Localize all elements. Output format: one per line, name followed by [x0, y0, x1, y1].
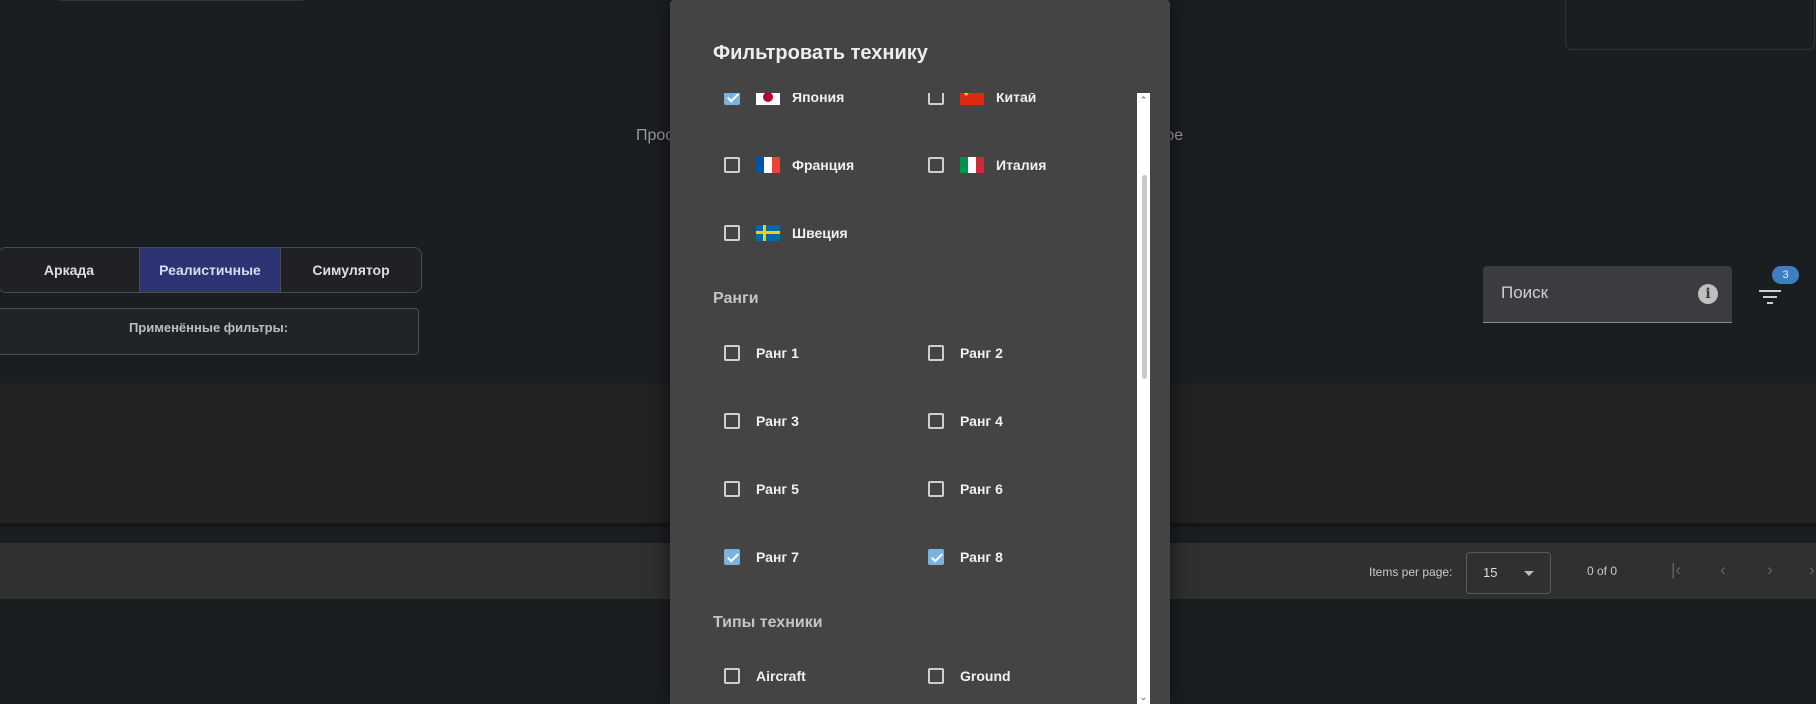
checkbox-label: Япония — [792, 93, 845, 105]
rank-option-1[interactable]: Ранг 1 — [724, 338, 799, 368]
checkbox[interactable] — [724, 413, 740, 429]
first-page-icon[interactable]: |‹ — [1662, 558, 1690, 582]
rank-option-5[interactable]: Ранг 5 — [724, 474, 799, 504]
checkbox-label: Ground — [960, 668, 1011, 684]
checkbox[interactable] — [928, 668, 944, 684]
items-per-page-label: Items per page: — [1369, 565, 1453, 579]
country-option-china[interactable]: ★ Китай — [928, 93, 1036, 112]
items-per-page-select[interactable]: 15 — [1466, 552, 1551, 594]
checkbox[interactable] — [724, 668, 740, 684]
last-page-icon[interactable]: ›| — [1800, 558, 1816, 582]
rank-option-8[interactable]: Ранг 8 — [928, 542, 1003, 572]
checkbox-label: Швеция — [792, 225, 848, 241]
info-icon[interactable]: i — [1698, 284, 1718, 304]
applied-filters-label: Применённые фильтры: — [128, 320, 289, 335]
checkbox[interactable] — [928, 93, 944, 105]
filter-dialog: Фильтровать технику Япония ★ Китай Франц… — [670, 0, 1170, 704]
next-page-icon[interactable]: › — [1756, 558, 1784, 582]
checkbox[interactable] — [724, 93, 740, 105]
dialog-content: Япония ★ Китай Франция Италия Швеция Ран… — [670, 93, 1145, 704]
mode-arcade-button[interactable]: Аркада — [0, 248, 140, 292]
scrollbar-thumb[interactable] — [1142, 175, 1147, 379]
page-range-label: 0 of 0 — [1587, 564, 1618, 578]
search-field[interactable]: i — [1483, 266, 1732, 323]
stat-card: 625 — [1565, 0, 1815, 50]
checkbox[interactable] — [928, 481, 944, 497]
checkbox-label: Ранг 4 — [960, 413, 1003, 429]
checkbox-label: Китай — [996, 93, 1037, 105]
filter-count-badge: 3 — [1772, 266, 1799, 284]
type-option-ground[interactable]: Ground — [928, 661, 1011, 691]
italy-flag-icon — [960, 157, 984, 173]
country-option-japan[interactable]: Япония — [724, 93, 844, 112]
filter-button[interactable] — [1755, 282, 1785, 312]
checkbox-label: Ранг 2 — [960, 345, 1003, 361]
scroll-down-icon[interactable]: ⌄ — [1139, 692, 1148, 702]
checkbox-label: Ранг 5 — [756, 481, 799, 497]
filter-icon — [1759, 290, 1781, 292]
france-flag-icon — [756, 157, 780, 173]
country-option-italy[interactable]: Италия — [928, 150, 1046, 180]
checkbox-label: Ранг 8 — [960, 549, 1003, 565]
rank-option-6[interactable]: Ранг 6 — [928, 474, 1003, 504]
dialog-title: Фильтровать технику — [713, 42, 928, 64]
checkbox-label: Ранг 6 — [960, 481, 1003, 497]
checkbox[interactable] — [724, 157, 740, 173]
china-flag-icon: ★ — [960, 93, 984, 105]
top-left-box — [55, 0, 307, 1]
search-input[interactable] — [1499, 282, 1683, 304]
applied-filters-panel: Применённые фильтры: — [0, 308, 419, 355]
checkbox[interactable] — [928, 157, 944, 173]
checkbox[interactable] — [724, 225, 740, 241]
japan-flag-icon — [756, 93, 780, 105]
type-option-aircraft[interactable]: Aircraft — [724, 661, 806, 691]
rank-option-3[interactable]: Ранг 3 — [724, 406, 799, 436]
rank-option-2[interactable]: Ранг 2 — [928, 338, 1003, 368]
page-description-start: Прос — [636, 127, 674, 144]
checkbox-label: Ранг 3 — [756, 413, 799, 429]
checkbox[interactable] — [928, 345, 944, 361]
dropdown-arrow-icon — [1524, 571, 1534, 576]
checkbox[interactable] — [724, 549, 740, 565]
rank-option-4[interactable]: Ранг 4 — [928, 406, 1003, 436]
checkbox-label: Ранг 7 — [756, 549, 799, 565]
stat-value: 625 — [1566, 0, 1814, 3]
dialog-scrollbar[interactable]: ⌃ ⌄ — [1137, 93, 1150, 704]
sweden-flag-icon — [756, 225, 780, 241]
checkbox-label: Ранг 1 — [756, 345, 799, 361]
vehicle-types-section-title: Типы техники — [713, 614, 823, 631]
checkbox[interactable] — [724, 345, 740, 361]
game-mode-toggle: Аркада Реалистичные Симулятор — [0, 247, 422, 293]
checkbox[interactable] — [724, 481, 740, 497]
items-per-page-value: 15 — [1483, 565, 1498, 580]
mode-realistic-button[interactable]: Реалистичные — [140, 248, 281, 292]
checkbox[interactable] — [928, 413, 944, 429]
rank-option-7[interactable]: Ранг 7 — [724, 542, 799, 572]
checkbox-label: Aircraft — [756, 668, 806, 684]
ranks-section-title: Ранги — [713, 290, 759, 307]
checkbox[interactable] — [928, 549, 944, 565]
checkbox-label: Франция — [792, 157, 855, 173]
scroll-up-icon[interactable]: ⌃ — [1139, 95, 1148, 105]
mode-simulator-button[interactable]: Симулятор — [281, 248, 421, 292]
previous-page-icon[interactable]: ‹ — [1709, 558, 1737, 582]
country-option-france[interactable]: Франция — [724, 150, 854, 180]
checkbox-label: Италия — [996, 157, 1047, 173]
country-option-sweden[interactable]: Швеция — [724, 218, 848, 248]
